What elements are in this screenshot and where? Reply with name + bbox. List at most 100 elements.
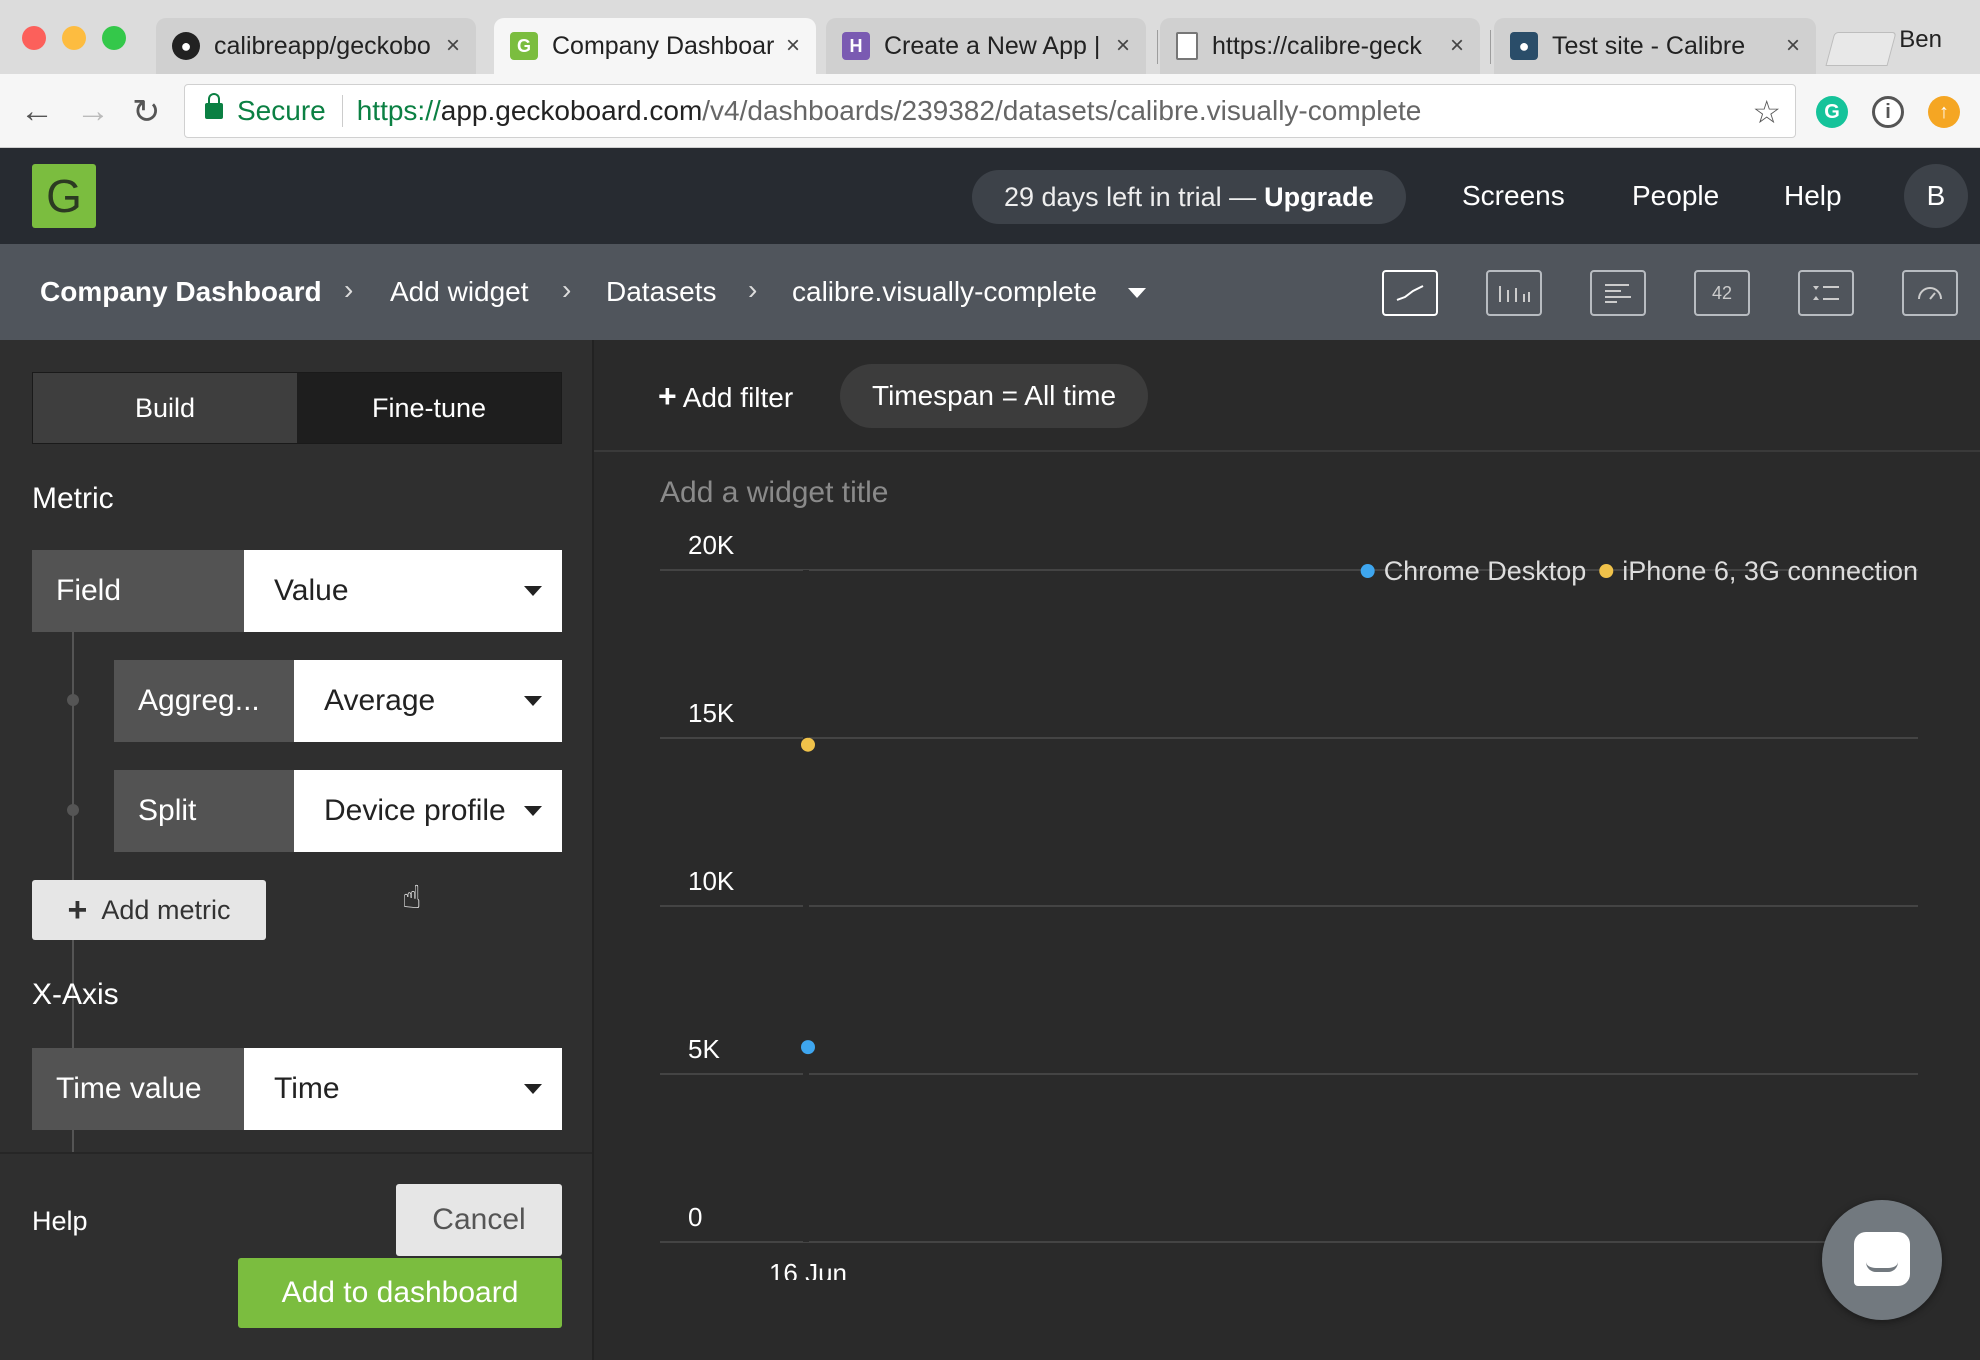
tab-title: https://calibre-geck [1212,31,1422,60]
chevron-right-icon: › [748,274,758,305]
avatar[interactable]: B [1904,164,1968,228]
browser-tab[interactable]: https://calibre-geck × [1160,18,1480,74]
aggregate-label: Aggreg... [114,660,294,742]
new-tab-button[interactable] [1825,32,1897,66]
add-metric-button[interactable]: + Add metric [32,880,266,940]
window-close-button[interactable] [22,26,46,50]
widget-title-input[interactable]: Add a widget title [660,476,888,510]
filter-bar: + Add filter Timespan = All time [594,340,1980,452]
address-bar[interactable]: Secure https://app.geckoboard.com/v4/das… [184,84,1796,138]
chevron-down-icon[interactable] [1128,288,1146,298]
window-zoom-button[interactable] [102,26,126,50]
y-tick-label: 0 [688,1202,702,1232]
field-row: Field Value [32,550,562,632]
close-icon[interactable]: × [1450,32,1464,60]
upgrade-link[interactable]: Upgrade [1264,182,1374,213]
grammarly-extension-icon[interactable]: G [1816,96,1848,128]
chevron-right-icon: › [562,274,572,305]
field-select[interactable]: Value [244,550,562,632]
reload-icon[interactable]: ↻ [132,92,161,132]
bar-chart-button[interactable] [1590,270,1646,316]
time-select[interactable]: Time [244,1048,562,1130]
split-select-value: Device profile [324,794,506,827]
lock-icon [205,93,223,119]
timespan-filter-pill[interactable]: Timespan = All time [840,364,1149,428]
split-label: Split [114,770,294,852]
tab-fine-tune[interactable]: Fine-tune [297,373,561,443]
add-filter-button[interactable]: + Add filter [658,378,793,415]
close-icon[interactable]: × [1116,32,1130,60]
legend-label: Chrome Desktop [1384,556,1587,586]
add-metric-label: Add metric [101,894,231,925]
cancel-button[interactable]: Cancel [396,1184,562,1256]
legend-swatch [1360,564,1375,578]
breadcrumb-dashboard[interactable]: Company Dashboard [40,276,322,308]
tab-title: Create a New App | [884,31,1101,60]
chevron-down-icon [524,806,542,816]
browser-tab-active[interactable]: G Company Dashboar × [494,18,816,74]
browser-profile-name[interactable]: Ben [1899,26,1942,54]
browser-tab[interactable]: H Create a New App | × [826,18,1146,74]
forward-icon[interactable]: → [76,92,110,131]
browser-tab[interactable]: ● Test site - Calibre × [1494,18,1816,74]
y-tick-label: 15K [688,698,735,728]
add-to-dashboard-button[interactable]: Add to dashboard [238,1258,562,1328]
tab-build[interactable]: Build [33,373,297,443]
upload-extension-icon[interactable]: ↑ [1928,96,1960,128]
close-icon[interactable]: × [446,32,460,60]
plus-icon: + [658,378,677,414]
time-row: Time value Time [32,1048,562,1130]
hand-cursor-icon: ☝ [402,879,422,915]
aggregate-select-value: Average [324,684,436,717]
tab-title: Test site - Calibre [1552,31,1746,60]
split-select[interactable]: Device profile [294,770,562,852]
browser-tab-strip: ● calibreapp/geckobo × G Company Dashboa… [0,0,1980,74]
bar-chart-icon [1605,284,1631,303]
legend-swatch [1599,564,1614,578]
leaderboard-button[interactable] [1798,270,1854,316]
url-path: /v4/dashboards/239382/datasets/calibre.v… [702,95,1422,126]
help-link[interactable]: Help [32,1206,88,1237]
line-chart-button[interactable] [1382,270,1438,316]
page-icon [1176,32,1198,60]
aggregate-row: Aggreg... Average [114,660,562,742]
browser-toolbar: ← → ↻ Secure https://app.geckoboard.com /… [0,74,1980,148]
back-icon[interactable]: ← [20,92,54,131]
number-button[interactable]: 42 [1694,270,1750,316]
time-value-label: Time value [32,1048,244,1130]
breadcrumb-add-widget[interactable]: Add widget [390,276,529,308]
breadcrumb-datasets[interactable]: Datasets [606,276,717,308]
field-label: Field [32,550,244,632]
breadcrumb: Company Dashboard › Add widget › Dataset… [0,244,1980,340]
time-select-value: Time [274,1072,340,1105]
nav-people[interactable]: People [1632,180,1719,212]
geckoboard-logo[interactable]: G [32,164,96,228]
close-icon[interactable]: × [1786,32,1800,60]
nav-help[interactable]: Help [1784,180,1842,212]
window-minimize-button[interactable] [62,26,86,50]
y-tick-label: 20K [688,530,735,560]
chevron-down-icon [524,696,542,706]
aggregate-select[interactable]: Average [294,660,562,742]
gauge-button[interactable] [1902,270,1958,316]
line-chart-icon [1396,285,1424,301]
data-point [801,737,815,752]
browser-tab[interactable]: ● calibreapp/geckobo × [156,18,476,74]
nav-screens[interactable]: Screens [1462,180,1565,212]
trial-text: 29 days left in trial — [1004,181,1257,212]
bookmark-star-icon[interactable]: ☆ [1752,93,1781,131]
column-chart-button[interactable] [1486,270,1542,316]
close-icon[interactable]: × [786,32,800,60]
x-tick-label: 16 Jun [769,1258,847,1280]
chevron-down-icon [524,586,542,596]
onepassword-extension-icon[interactable]: i [1872,96,1904,128]
trial-banner[interactable]: 29 days left in trial — Upgrade [972,170,1406,224]
app-header: G 29 days left in trial — Upgrade Screen… [0,148,1980,244]
chevron-down-icon [524,1084,542,1094]
breadcrumb-dataset-name[interactable]: calibre.visually-complete [792,276,1097,308]
widget-preview-area: + Add filter Timespan = All time Add a wi… [592,340,1980,1360]
field-select-value: Value [274,574,349,607]
chat-launcher-button[interactable] [1822,1200,1942,1320]
geckoboard-icon: G [510,32,538,60]
x-axis-heading: X-Axis [32,978,119,1011]
